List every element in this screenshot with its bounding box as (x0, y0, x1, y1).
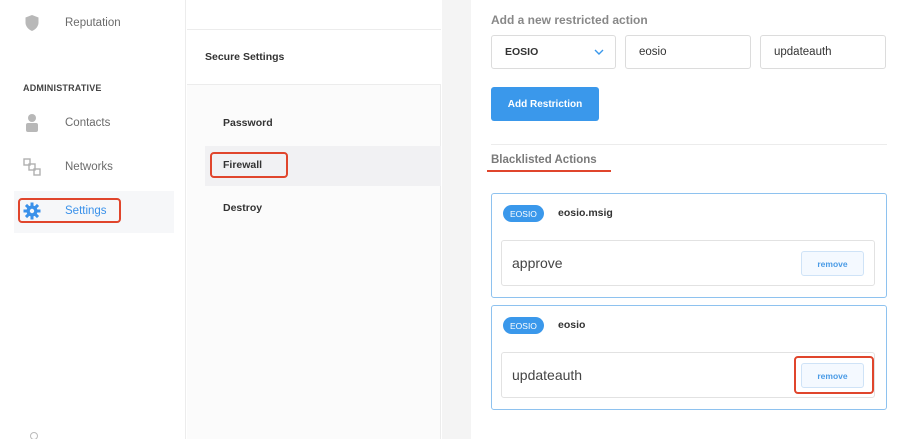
action-field-value: updateauth (774, 46, 832, 58)
action-name: approve (512, 255, 563, 271)
remove-button[interactable]: remove (801, 251, 864, 276)
settings-menu-panel: Secure Settings (187, 0, 441, 439)
chevron-down-icon (593, 46, 605, 61)
menu-item-destroy[interactable]: Destroy (223, 202, 262, 214)
contract-field[interactable]: eosio (625, 35, 751, 69)
user-icon[interactable] (30, 432, 38, 439)
action-field[interactable]: updateauth (760, 35, 886, 69)
panel-header: Secure Settings (187, 30, 441, 85)
sidebar: Reputation ADMINISTRATIVE Contacts Netwo… (0, 0, 186, 439)
sidebar-item-label: Networks (65, 161, 113, 173)
remove-highlight-box (794, 356, 874, 394)
blacklisted-actions-title: Blacklisted Actions (491, 154, 597, 166)
action-name: updateauth (512, 367, 583, 383)
blacklisted-title-underline (487, 170, 611, 172)
contract-name: eosio (558, 319, 586, 331)
sidebar-item-contacts[interactable]: Contacts (22, 105, 110, 141)
blockchain-select[interactable]: EOSIO (491, 35, 616, 69)
page-title: Secure Settings (205, 51, 285, 63)
blockchain-select-value: EOSIO (505, 46, 539, 58)
blockchain-badge: EOSIO (503, 317, 544, 334)
section-divider (491, 144, 887, 145)
add-restriction-title: Add a new restricted action (491, 13, 648, 27)
sidebar-item-label: Reputation (65, 17, 121, 29)
person-icon (22, 113, 42, 133)
network-icon (22, 157, 42, 177)
sidebar-item-reputation[interactable]: Reputation (22, 5, 121, 41)
menu-item-password[interactable]: Password (223, 117, 273, 129)
panel-top-strip (187, 0, 441, 30)
add-restriction-button[interactable]: Add Restriction (491, 87, 599, 121)
contract-name: eosio.msig (558, 207, 613, 219)
sidebar-item-label: Contacts (65, 117, 111, 129)
contract-field-value: eosio (639, 46, 667, 58)
shield-icon (22, 13, 42, 33)
sidebar-item-networks[interactable]: Networks (22, 149, 113, 185)
action-row: approve remove (501, 240, 875, 286)
firewall-highlight-box (210, 152, 288, 178)
settings-highlight-box (18, 198, 121, 223)
blockchain-badge: EOSIO (503, 205, 544, 222)
blacklisted-item: EOSIO eosio.msig approve remove (491, 193, 887, 298)
sidebar-section-label: ADMINISTRATIVE (23, 83, 102, 93)
